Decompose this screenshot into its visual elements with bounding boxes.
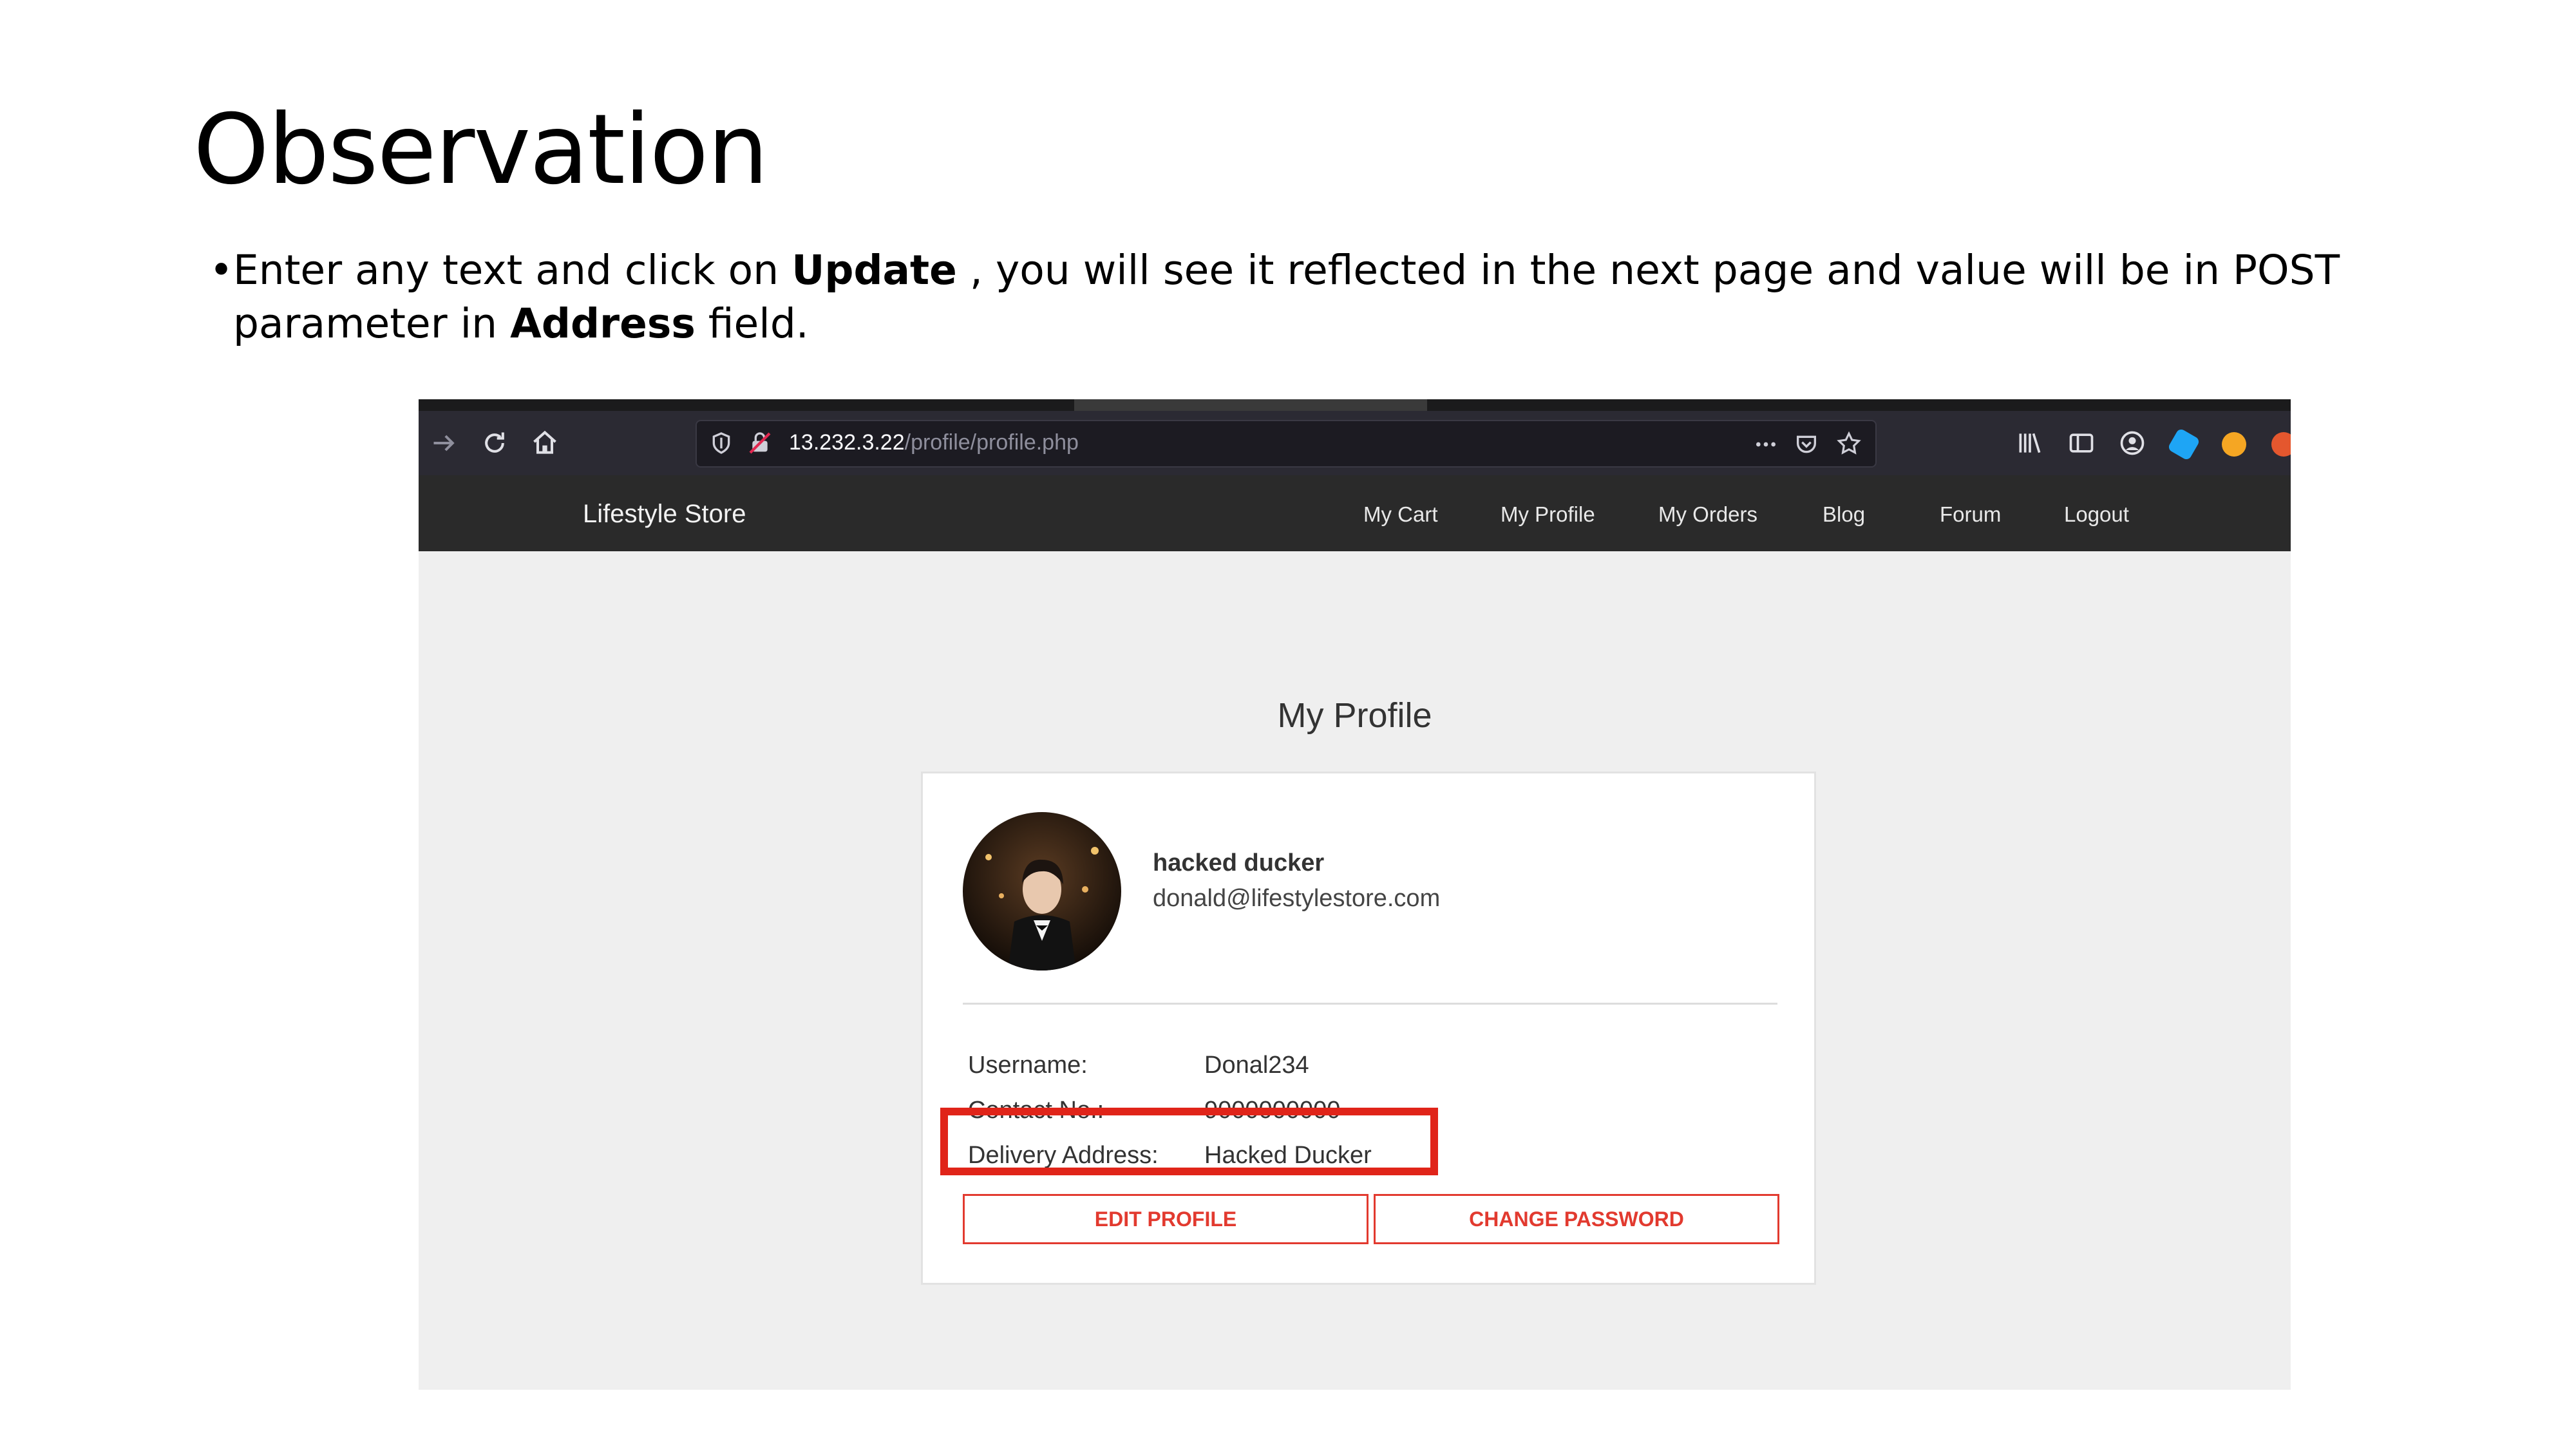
change-password-button[interactable]: CHANGE PASSWORD [1374,1194,1779,1244]
nav-blog[interactable]: Blog [1823,502,1865,527]
nav-forum[interactable]: Forum [1940,502,2001,527]
bullet-dot: • [209,247,234,294]
divider [963,1003,1777,1005]
account-icon[interactable] [2118,429,2146,457]
address-highlight-box [940,1108,1438,1175]
home-icon[interactable] [531,429,559,457]
browser-toolbar: 13.232.3.22/profile/profile.php [419,411,2291,475]
profile-email: donald@lifestylestore.com [1153,885,1441,912]
profile-card: hacked ducker donald@lifestylestore.com … [921,772,1816,1285]
nav-my-orders[interactable]: My Orders [1658,502,1757,527]
slide-bullet: • Enter any text and click on Update , y… [209,243,2496,350]
bullet-text: Enter any text and click on Update , you… [233,247,2340,347]
edit-profile-button[interactable]: EDIT PROFILE [963,1194,1368,1244]
pocket-icon[interactable] [1794,431,1819,457]
site-navbar: Lifestyle Store My Cart My Profile My Or… [419,475,2291,551]
nav-logout[interactable]: Logout [2064,502,2129,527]
extension-fox-icon[interactable] [2271,432,2291,457]
site-brand[interactable]: Lifestyle Store [583,500,746,529]
active-tab[interactable] [1074,399,1427,411]
profile-name: hacked ducker [1153,849,1325,876]
page-title: My Profile [1277,696,1432,735]
more-icon[interactable] [1753,431,1779,457]
sidebar-icon[interactable] [2067,429,2096,457]
username-value: Donal234 [1204,1052,1309,1079]
nav-my-profile[interactable]: My Profile [1501,502,1595,527]
forward-icon[interactable] [430,429,459,457]
extension-blue-icon[interactable] [2167,428,2201,461]
reload-icon[interactable] [480,429,509,457]
insecure-lock-icon[interactable] [747,430,773,456]
nav-my-cart[interactable]: My Cart [1363,502,1438,527]
avatar [963,812,1121,971]
url-text[interactable]: 13.232.3.22/profile/profile.php [789,430,1079,455]
shield-icon[interactable] [708,430,734,456]
username-label: Username: [968,1052,1088,1079]
bookmark-star-icon[interactable] [1835,430,1862,457]
tab-strip [419,399,2291,411]
browser-screenshot: 13.232.3.22/profile/profile.php Lifestyl… [419,399,2291,1390]
slide-title: Observation [193,94,768,206]
url-bar[interactable]: 13.232.3.22/profile/profile.php [696,420,1877,468]
library-icon[interactable] [2016,429,2044,457]
extension-orange-icon[interactable] [2222,432,2246,457]
